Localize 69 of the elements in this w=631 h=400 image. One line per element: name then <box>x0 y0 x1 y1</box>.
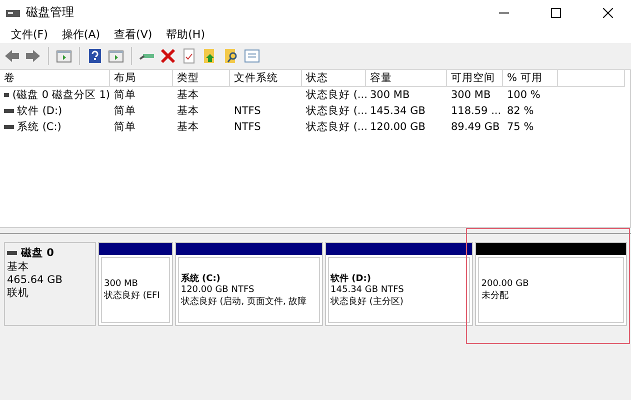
table-cell: 软件 (D:) <box>17 104 62 118</box>
partition-size: 200.00 GB <box>481 278 530 288</box>
partition-block[interactable]: 系统 (C:) 120.00 GB NTFS 状态良好 (启动, 页面文件, 故障 <box>174 242 323 326</box>
table-cell: 300 MB <box>451 89 491 101</box>
volume-icon <box>4 109 14 113</box>
back-arrow-icon[interactable] <box>4 48 20 64</box>
table-cell: (磁盘 0 磁盘分区 1) <box>12 88 110 102</box>
disk-name: 磁盘 0 <box>21 246 54 260</box>
disk-type: 基本 <box>7 260 30 274</box>
partition-title: 系统 (C:) <box>180 272 222 285</box>
partition-title: 软件 (D:) <box>330 272 372 285</box>
menu-item[interactable]: 帮助(H) <box>159 26 212 42</box>
column-header[interactable]: 布局 <box>110 70 173 87</box>
partition-status: 未分配 <box>481 290 510 302</box>
table-cell: 118.59 ... <box>451 105 502 117</box>
properties-icon[interactable] <box>181 48 197 64</box>
table-cell: 基本 <box>177 104 199 118</box>
table-cell: 基本 <box>177 88 199 102</box>
close-icon[interactable] <box>603 8 613 18</box>
table-cell: NTFS <box>234 121 261 133</box>
column-header[interactable]: 类型 <box>173 70 230 87</box>
table-cell: 状态良好 (... <box>306 120 368 134</box>
panel-icon[interactable] <box>56 48 72 64</box>
partition-size: 145.34 GB NTFS <box>330 285 405 295</box>
table-cell: 100 % <box>507 89 540 101</box>
table-cell: 75 % <box>507 121 534 133</box>
panel-icon[interactable] <box>108 48 124 64</box>
partition-block[interactable]: 软件 (D:) 145.34 GB NTFS 状态良好 (主分区) <box>324 242 474 326</box>
partition-size: 300 MB <box>104 278 139 288</box>
table-cell: 基本 <box>177 120 199 134</box>
forward-arrow-icon[interactable] <box>25 48 41 64</box>
partition-status: 状态良好 (EFI <box>104 290 161 302</box>
menu-item[interactable]: 查看(V) <box>107 26 160 42</box>
volume-icon <box>4 93 10 97</box>
list-icon[interactable] <box>244 48 260 64</box>
disk-size: 465.64 GB <box>7 274 64 286</box>
column-header[interactable]: 卷 <box>0 70 110 87</box>
menu-item[interactable]: 文件(F) <box>4 26 55 42</box>
table-cell: 82 % <box>507 105 534 117</box>
table-cell: 89.49 GB <box>451 121 500 133</box>
volume-icon <box>4 125 14 129</box>
table-cell: 系统 (C:) <box>17 120 62 134</box>
table-cell: 简单 <box>114 120 136 134</box>
column-header[interactable]: 文件系统 <box>230 70 302 87</box>
table-cell: 简单 <box>114 104 136 118</box>
disk-status: 联机 <box>7 286 30 300</box>
table-cell: 简单 <box>114 88 136 102</box>
table-cell: 300 MB <box>370 89 410 101</box>
table-cell: 状态良好 (... <box>306 104 368 118</box>
column-header[interactable]: % 可用 <box>503 70 558 87</box>
splitter-bar[interactable] <box>0 227 631 234</box>
menu-item[interactable]: 操作(A) <box>54 26 108 42</box>
table-cell: NTFS <box>234 105 261 117</box>
partition-status: 状态良好 (主分区) <box>330 296 404 308</box>
partition-block[interactable]: 300 MB 状态良好 (EFI <box>98 242 173 326</box>
table-cell: 145.34 GB <box>370 105 426 117</box>
column-header[interactable]: 可用空间 <box>447 70 503 87</box>
table-cell: 状态良好 (... <box>306 88 368 102</box>
table-cell: 120.00 GB <box>370 121 426 133</box>
column-header[interactable]: 容量 <box>366 70 447 87</box>
partition-status: 状态良好 (启动, 页面文件, 故障 <box>180 296 308 308</box>
partition-block[interactable]: 200.00 GB 未分配 <box>475 242 627 326</box>
column-header[interactable]: 状态 <box>302 70 366 87</box>
window-title: 磁盘管理 <box>26 4 75 21</box>
partition-size: 120.00 GB NTFS <box>180 285 256 295</box>
maximize-icon[interactable] <box>551 8 561 18</box>
help-icon[interactable] <box>87 48 103 64</box>
folder-search-icon[interactable] <box>223 48 239 64</box>
delete-icon[interactable] <box>160 48 176 64</box>
